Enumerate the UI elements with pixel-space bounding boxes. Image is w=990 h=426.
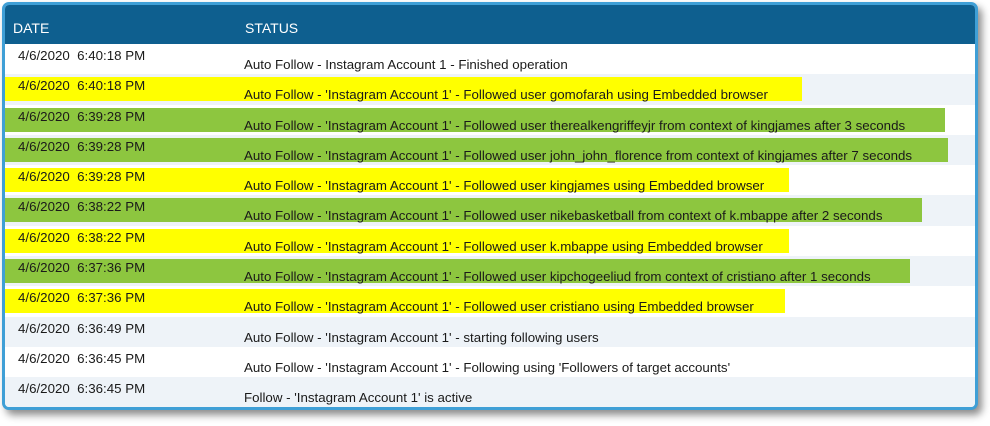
table-row[interactable]: 4/6/2020 6:39:28 PM Auto Follow - 'Insta… [5, 165, 975, 195]
table-row[interactable]: 4/6/2020 6:38:22 PM Auto Follow - 'Insta… [5, 195, 975, 226]
table-row[interactable]: 4/6/2020 6:38:22 PM Auto Follow - 'Insta… [5, 226, 975, 256]
row-status: Auto Follow - 'Instagram Account 1' - Fo… [244, 238, 763, 254]
row-date: 4/6/2020 6:36:45 PM [18, 350, 146, 366]
row-date: 4/6/2020 6:39:28 PM [18, 138, 146, 154]
column-header-status[interactable]: STATUS [245, 20, 298, 36]
row-status: Auto Follow - 'Instagram Account 1' - Fo… [244, 208, 883, 224]
column-header-date[interactable]: DATE [13, 20, 49, 36]
table-row[interactable]: 4/6/2020 6:40:18 PM Auto Follow - Instag… [5, 44, 975, 74]
row-date: 4/6/2020 6:40:18 PM [18, 78, 146, 94]
row-status: Follow - 'Instagram Account 1' is active [244, 390, 473, 406]
table-row[interactable]: 4/6/2020 6:37:36 PM Auto Follow - 'Insta… [5, 256, 975, 287]
row-date: 4/6/2020 6:40:18 PM [18, 48, 146, 63]
row-status: Auto Follow - Instagram Account 1 - Fini… [244, 57, 568, 72]
table-row[interactable]: 4/6/2020 6:36:45 PM Follow - 'Instagram … [5, 377, 975, 407]
row-date: 4/6/2020 6:37:36 PM [18, 290, 146, 306]
row-date: 4/6/2020 6:38:22 PM [18, 229, 146, 245]
table-row[interactable]: 4/6/2020 6:36:45 PM Auto Follow - 'Insta… [5, 347, 975, 377]
log-grid: DATE STATUS 4/6/2020 6:40:18 PM Auto Fol… [2, 2, 978, 410]
grid-rows: 4/6/2020 6:40:18 PM Auto Follow - Instag… [5, 44, 975, 407]
row-status: Auto Follow - 'Instagram Account 1' - Fo… [244, 147, 913, 163]
row-status: Auto Follow - 'Instagram Account 1' - Fo… [244, 117, 906, 133]
row-date: 4/6/2020 6:39:28 PM [18, 169, 146, 185]
row-date: 4/6/2020 6:38:22 PM [18, 199, 146, 215]
table-row[interactable]: 4/6/2020 6:39:28 PM Auto Follow - 'Insta… [5, 105, 975, 135]
table-row[interactable]: 4/6/2020 6:36:49 PM Auto Follow - 'Insta… [5, 316, 975, 347]
row-status: Auto Follow - 'Instagram Account 1' - Fo… [244, 299, 754, 315]
row-status: Auto Follow - 'Instagram Account 1' - st… [244, 329, 599, 345]
grid-header: DATE STATUS [5, 5, 975, 44]
row-date: 4/6/2020 6:39:28 PM [18, 108, 146, 124]
table-row[interactable]: 4/6/2020 6:40:18 PM Auto Follow - 'Insta… [5, 74, 975, 105]
row-status: Auto Follow - 'Instagram Account 1' - Fo… [244, 359, 731, 375]
row-status: Auto Follow - 'Instagram Account 1' - Fo… [244, 269, 871, 285]
row-status: Auto Follow - 'Instagram Account 1' - Fo… [244, 178, 765, 194]
table-row[interactable]: 4/6/2020 6:37:36 PM Auto Follow - 'Insta… [5, 286, 975, 316]
row-date: 4/6/2020 6:37:36 PM [18, 260, 146, 276]
row-status: Auto Follow - 'Instagram Account 1' - Fo… [244, 87, 768, 103]
table-row[interactable]: 4/6/2020 6:39:28 PM Auto Follow - 'Insta… [5, 134, 975, 166]
row-date: 4/6/2020 6:36:49 PM [18, 320, 146, 336]
row-date: 4/6/2020 6:36:45 PM [18, 381, 146, 397]
